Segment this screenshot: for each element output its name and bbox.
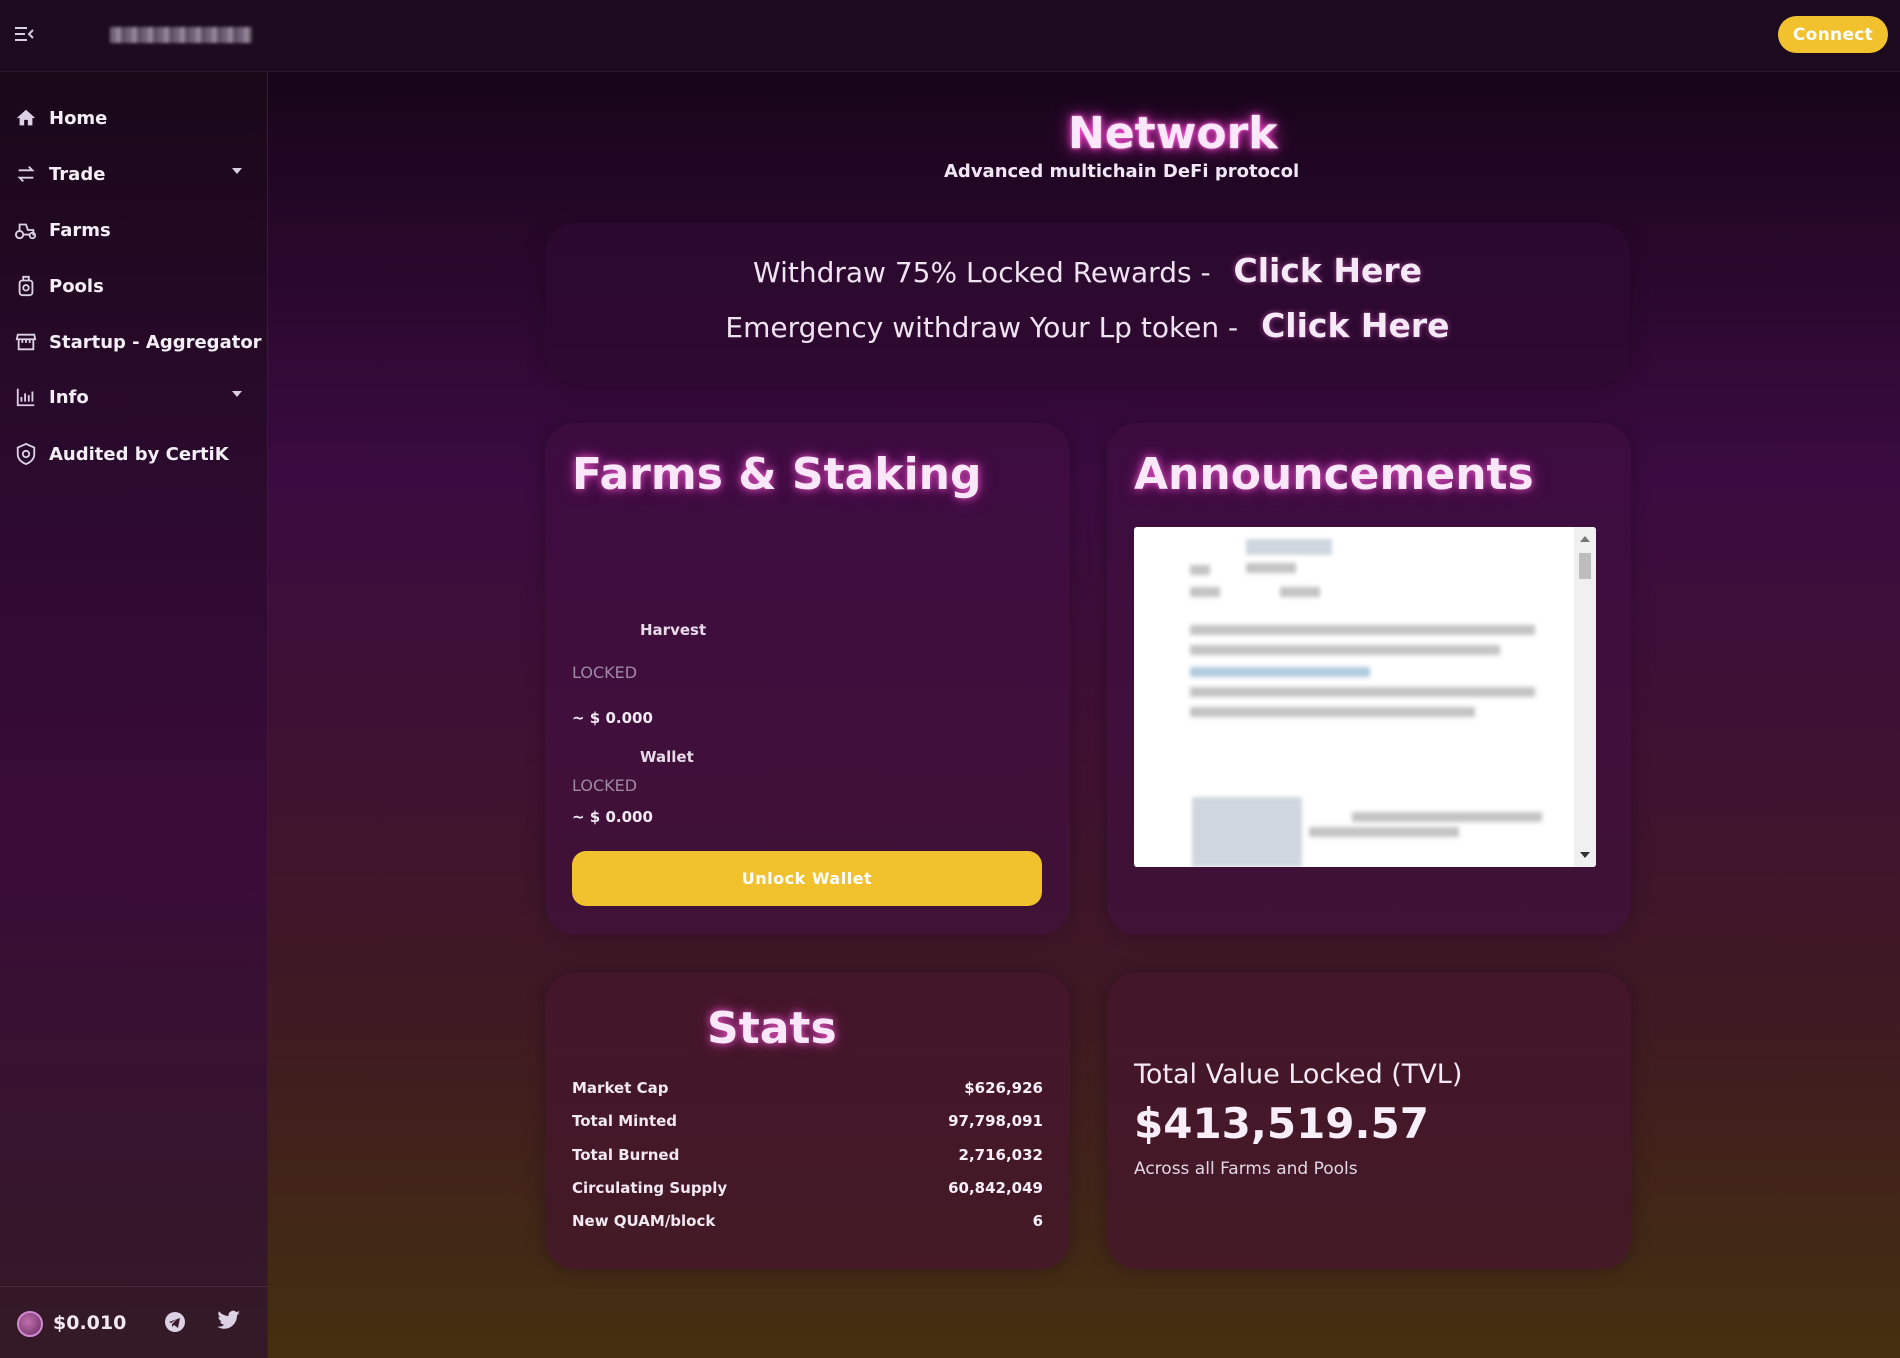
tractor-icon bbox=[13, 217, 39, 243]
sidebar-item-label: Farms bbox=[49, 219, 111, 241]
tvl-subtitle: Across all Farms and Pools bbox=[1134, 1159, 1358, 1179]
withdraw-rewards-text: Withdraw 75% Locked Rewards - bbox=[753, 256, 1211, 289]
stats-card: Stats Market Cap $626,926 Total Minted 9… bbox=[545, 973, 1070, 1269]
telegram-icon[interactable] bbox=[163, 1310, 189, 1336]
unlock-wallet-button[interactable]: Unlock Wallet bbox=[572, 851, 1042, 906]
swap-icon bbox=[13, 161, 39, 187]
emergency-withdraw-row: Emergency withdraw Your Lp token - Click… bbox=[545, 306, 1630, 345]
sidebar-item-pools[interactable]: Pools bbox=[0, 262, 268, 310]
withdraw-rewards-row: Withdraw 75% Locked Rewards - Click Here bbox=[545, 251, 1630, 290]
stat-circulating-supply-label: Circulating Supply bbox=[572, 1179, 728, 1197]
emergency-withdraw-text: Emergency withdraw Your Lp token - bbox=[725, 311, 1239, 344]
sidebar-item-home[interactable]: Home bbox=[0, 94, 268, 142]
twitter-icon[interactable] bbox=[217, 1310, 243, 1336]
tvl-value: $413,519.57 bbox=[1134, 1099, 1429, 1148]
connect-button[interactable]: Connect bbox=[1778, 16, 1888, 53]
stat-market-cap-label: Market Cap bbox=[572, 1079, 669, 1097]
sidebar: Home Trade Farms Pools Startup - Aggrega… bbox=[0, 72, 268, 1358]
sidebar-item-certik[interactable]: Audited by CertiK bbox=[0, 430, 268, 478]
sidebar-item-trade[interactable]: Trade bbox=[0, 150, 268, 198]
sidebar-item-label: Pools bbox=[49, 275, 104, 297]
menu-collapse-icon[interactable] bbox=[12, 22, 40, 48]
announcements-scrollbar[interactable] bbox=[1574, 527, 1596, 867]
sidebar-item-label: Trade bbox=[49, 163, 106, 185]
top-bar: Connect bbox=[0, 0, 1900, 72]
sidebar-footer: $0.010 bbox=[0, 1286, 268, 1358]
shield-icon bbox=[13, 441, 39, 467]
farms-staking-card: Farms & Staking Harvest LOCKED ~ $ 0.000… bbox=[545, 423, 1070, 935]
chart-icon bbox=[13, 384, 39, 410]
sidebar-item-info[interactable]: Info bbox=[0, 373, 268, 421]
harvest-locked: LOCKED bbox=[572, 663, 638, 682]
stat-market-cap-value: $626,926 bbox=[964, 1079, 1043, 1097]
stat-total-minted-value: 97,798,091 bbox=[948, 1112, 1043, 1130]
stat-total-minted-label: Total Minted bbox=[572, 1112, 678, 1130]
logo[interactable] bbox=[110, 27, 252, 43]
harvest-label: Harvest bbox=[640, 621, 707, 639]
tvl-title: Total Value Locked (TVL) bbox=[1134, 1059, 1463, 1090]
stat-total-burned-label: Total Burned bbox=[572, 1146, 680, 1164]
harvest-value: ~ $ 0.000 bbox=[572, 709, 653, 727]
wallet-label: Wallet bbox=[640, 748, 694, 766]
tvl-card: Total Value Locked (TVL) $413,519.57 Acr… bbox=[1107, 973, 1631, 1269]
farms-staking-title: Farms & Staking bbox=[572, 449, 982, 500]
sidebar-item-farms[interactable]: Farms bbox=[0, 206, 268, 254]
token-logo-icon bbox=[17, 1311, 43, 1337]
scroll-up-icon[interactable] bbox=[1580, 536, 1590, 542]
stat-new-per-block-label: New QUAM/block bbox=[572, 1212, 716, 1230]
sidebar-item-label: Startup - Aggregator bbox=[49, 331, 262, 353]
pool-icon bbox=[13, 273, 39, 299]
store-icon bbox=[13, 329, 39, 355]
stat-new-per-block-value: 6 bbox=[1032, 1212, 1043, 1230]
stat-total-burned-value: 2,716,032 bbox=[958, 1146, 1043, 1164]
page-subtitle: Advanced multichain DeFi protocol bbox=[944, 161, 1300, 182]
scrollbar-thumb[interactable] bbox=[1579, 553, 1591, 579]
chevron-down-icon[interactable] bbox=[232, 168, 242, 174]
announcements-feed[interactable] bbox=[1134, 527, 1596, 867]
chevron-down-icon[interactable] bbox=[232, 391, 242, 397]
emergency-withdraw-link[interactable]: Click Here bbox=[1261, 306, 1450, 345]
sidebar-item-label: Audited by CertiK bbox=[49, 443, 229, 465]
scroll-down-icon[interactable] bbox=[1580, 852, 1590, 858]
stat-circulating-supply-value: 60,842,049 bbox=[948, 1179, 1043, 1197]
wallet-value: ~ $ 0.000 bbox=[572, 808, 653, 826]
announcements-title: Announcements bbox=[1134, 449, 1534, 500]
announcements-card: Announcements bbox=[1107, 423, 1631, 935]
wallet-locked: LOCKED bbox=[572, 776, 638, 795]
token-price: $0.010 bbox=[53, 1312, 127, 1334]
stats-title: Stats bbox=[707, 1003, 837, 1054]
withdraw-card: Withdraw 75% Locked Rewards - Click Here… bbox=[545, 223, 1630, 385]
sidebar-item-label: Home bbox=[49, 107, 108, 129]
home-icon bbox=[13, 105, 39, 131]
sidebar-item-startup-aggregator[interactable]: Startup - Aggregator bbox=[0, 318, 268, 366]
page-title: Network bbox=[1068, 108, 1278, 159]
sidebar-item-label: Info bbox=[49, 386, 89, 408]
withdraw-rewards-link[interactable]: Click Here bbox=[1233, 251, 1422, 290]
